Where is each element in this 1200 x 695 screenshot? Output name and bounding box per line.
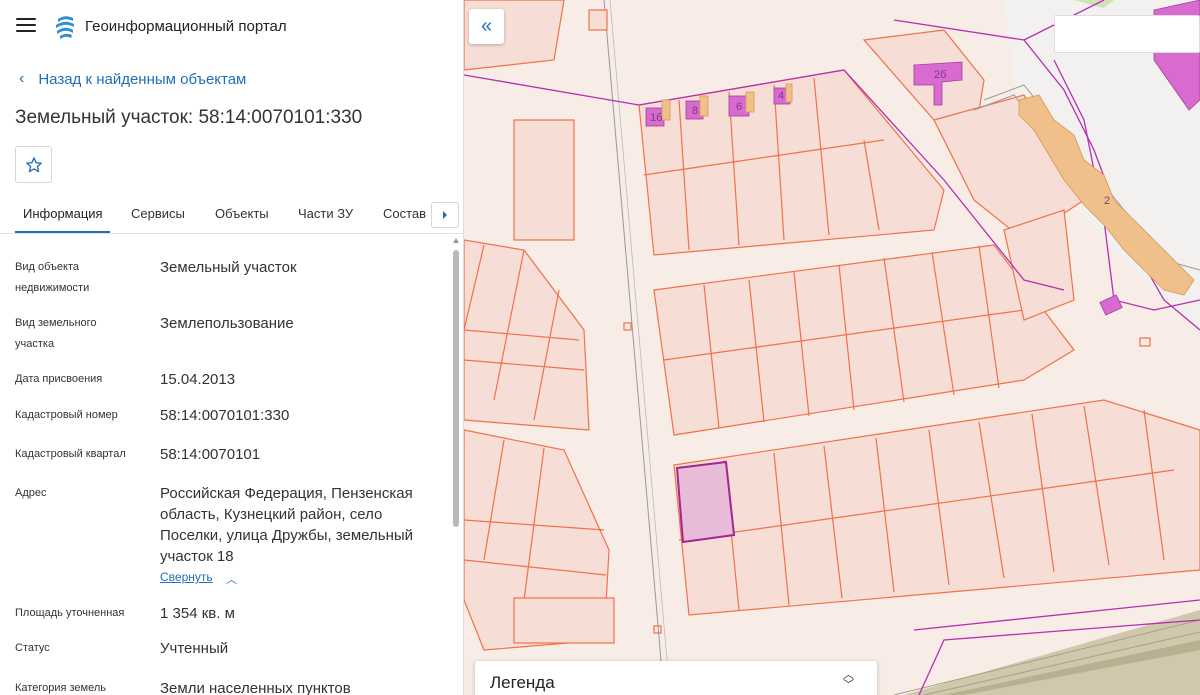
attribute-label: Вид объекта недвижимости <box>15 261 90 294</box>
attribute-label: Статус <box>15 642 50 654</box>
page-title: Земельный участок: 58:14:0070101:330 <box>15 107 363 128</box>
scrollbar-thumb[interactable] <box>453 250 459 527</box>
tab-objects[interactable]: Объекты <box>215 206 269 221</box>
tab-composition[interactable]: Состав <box>383 206 426 221</box>
legend-panel[interactable]: Легенда ︿ ﹀ <box>475 661 877 695</box>
favorite-button[interactable] <box>15 146 52 183</box>
map-search-box[interactable] <box>1054 15 1200 53</box>
portal-logo-icon <box>56 16 74 39</box>
attribute-value: Земельный участок <box>160 259 297 276</box>
collapse-address-link[interactable]: Свернуть <box>160 570 213 584</box>
attribute-label: Площадь уточненная <box>15 607 125 619</box>
map-building-label: 8 <box>692 105 698 117</box>
back-link-label: Назад к найденным объектам <box>38 70 247 88</box>
cadastral-map[interactable]: 1б 8 6 4 2б 2 <box>464 0 1200 695</box>
map-view[interactable]: 1б 8 6 4 2б 2 <box>464 0 1200 695</box>
collapse-panel-button[interactable]: « <box>469 9 504 44</box>
double-chevron-left-icon: « <box>480 15 493 37</box>
tab-parcel-parts[interactable]: Части ЗУ <box>298 206 353 221</box>
map-building-label: 4 <box>778 90 784 102</box>
attribute-value: Учтенный <box>160 640 229 657</box>
map-building-label: 2б <box>934 69 946 81</box>
active-tab-indicator <box>15 231 110 233</box>
menu-icon[interactable] <box>16 18 36 34</box>
attribute-value: 1 354 кв. м <box>160 605 235 622</box>
back-to-results-link[interactable]: ‹ Назад к найденным объектам <box>19 70 246 88</box>
chevron-up-icon: ︿ <box>226 574 237 586</box>
caret-right-icon <box>443 211 447 219</box>
tab-information[interactable]: Информация <box>23 206 103 221</box>
attribute-value: Земли населенных пунктов <box>160 680 351 695</box>
attribute-label: Категория земель <box>15 682 106 694</box>
attributes-list: Вид объекта недвижимости Земельный участ… <box>0 240 450 695</box>
attribute-label: Вид земельного участка <box>15 317 97 350</box>
tabs-scroll-right-button[interactable] <box>431 202 459 228</box>
attribute-value: 58:14:0070101 <box>160 446 261 463</box>
portal-title: Геоинформационный портал <box>85 18 287 35</box>
legend-label: Легенда <box>490 673 555 692</box>
map-building-label: 6 <box>736 101 742 113</box>
info-panel: Геоинформационный портал ‹ Назад к найде… <box>0 0 464 695</box>
map-building-label: 1б <box>650 112 662 124</box>
header-bar: Геоинформационный портал <box>0 0 463 54</box>
attribute-label: Адрес <box>15 487 47 499</box>
attribute-value: 58:14:0070101:330 <box>160 407 290 424</box>
star-icon <box>25 156 42 172</box>
attribute-label: Кадастровый номер <box>15 409 118 421</box>
attribute-value: Землепользование <box>160 315 294 332</box>
attribute-label: Дата присвоения <box>15 373 103 385</box>
tab-bar: Информация Сервисы Объекты Части ЗУ Сост… <box>0 196 463 234</box>
attribute-value: Российская Федерация, Пензенская область… <box>160 485 414 565</box>
map-building-label: 2 <box>1104 195 1110 207</box>
attribute-label: Кадастровый квартал <box>15 448 126 460</box>
attribute-value: 15.04.2013 <box>160 371 236 388</box>
tab-services[interactable]: Сервисы <box>131 206 185 221</box>
expand-collapse-icon[interactable]: ︿ ﹀ <box>843 670 854 691</box>
chevron-left-icon: ‹ <box>19 70 25 87</box>
scroll-up-arrow-icon[interactable] <box>453 238 459 243</box>
